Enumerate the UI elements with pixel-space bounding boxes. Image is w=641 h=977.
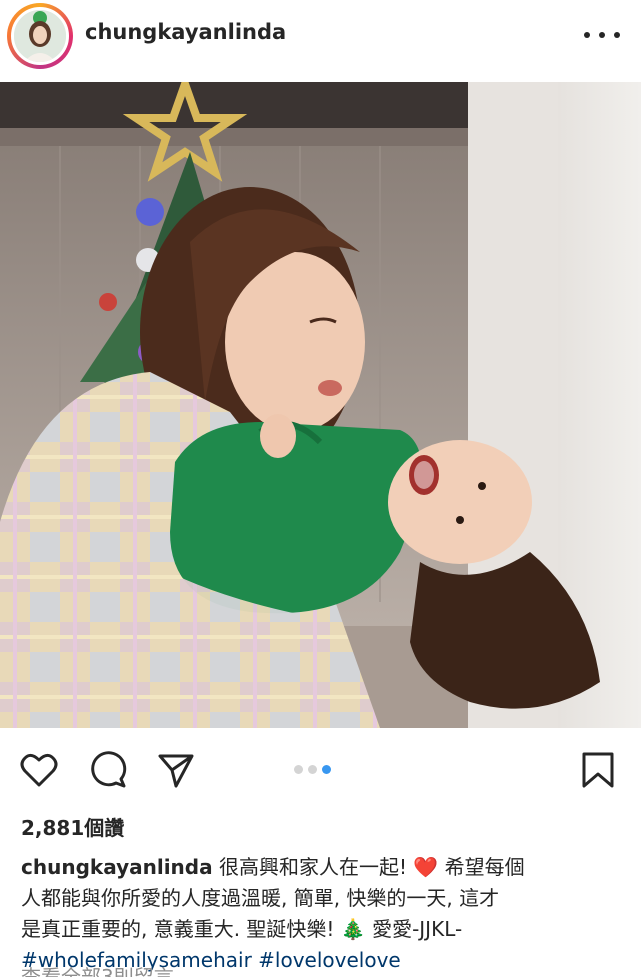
carousel-dot — [294, 765, 303, 774]
view-comments-link[interactable]: 查看全部3則留言 — [21, 966, 241, 977]
bookmark-icon[interactable] — [578, 750, 618, 790]
carousel-dot — [308, 765, 317, 774]
avatar[interactable] — [11, 7, 69, 65]
comment-bubble-icon[interactable] — [88, 750, 128, 790]
heart-icon[interactable] — [19, 750, 59, 790]
paper-plane-icon[interactable] — [156, 750, 196, 790]
hashtag-link[interactable]: #lovelovelove — [258, 948, 401, 972]
carousel-dot-active — [322, 765, 331, 774]
caption-line-2: 人都能與你所愛的人度過溫暖, 簡單, 快樂的一天, 這才 — [21, 886, 500, 910]
more-dots-icon[interactable] — [584, 25, 620, 45]
caption-username[interactable]: chungkayanlinda — [21, 855, 213, 879]
post-username[interactable]: chungkayanlinda — [85, 20, 286, 44]
post-photo[interactable] — [0, 82, 641, 728]
carousel-indicator — [294, 765, 331, 774]
caption-line-1: chungkayanlinda 很高興和家人在一起! ❤️ 希望每個 — [21, 852, 631, 883]
caption-text: 很高興和家人在一起! ❤️ 希望每個 — [218, 855, 525, 879]
post-header: chungkayanlinda — [0, 0, 641, 82]
post-caption: chungkayanlinda 很高興和家人在一起! ❤️ 希望每個 人都能與你… — [21, 852, 631, 976]
likes-count[interactable]: 2,881個讚 — [21, 812, 124, 841]
caption-line-3: 是真正重要的, 意義重大. 聖誕快樂! 🎄 愛愛-JJKL- — [21, 917, 463, 941]
